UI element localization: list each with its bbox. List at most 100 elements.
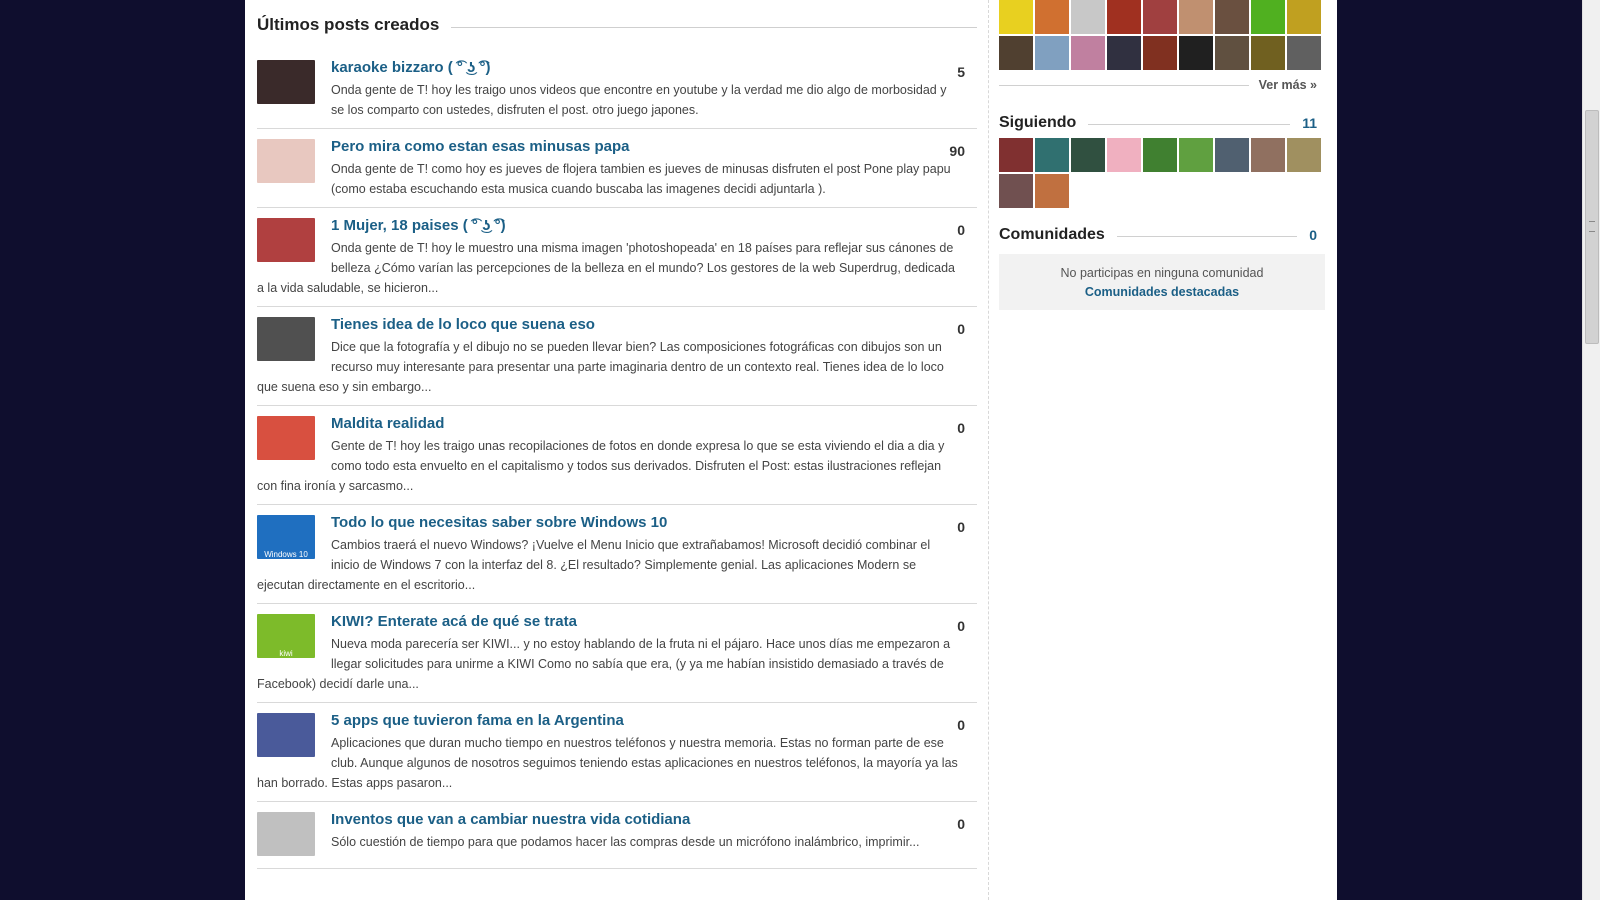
siguiendo-header: Siguiendo 11 xyxy=(999,108,1329,138)
siguiendo-avatar[interactable] xyxy=(1107,138,1141,172)
post-title-link[interactable]: karaoke bizzaro ( ͡° ͜ʖ ͡°) xyxy=(257,58,977,78)
follower-avatar[interactable] xyxy=(1143,36,1177,70)
siguiendo-avatar[interactable] xyxy=(1215,138,1249,172)
post-excerpt: Aplicaciones que duran mucho tiempo en n… xyxy=(257,736,958,790)
post-points: 0 xyxy=(957,816,965,832)
post-thumbnail[interactable] xyxy=(257,60,315,104)
post-item: kiwi KIWI? Enterate acá de qué se trata 0 N… xyxy=(257,604,977,703)
post-item: Tienes idea de lo loco que suena eso 0 Dic… xyxy=(257,307,977,406)
follower-avatar[interactable] xyxy=(999,0,1033,34)
follower-avatar[interactable] xyxy=(999,36,1033,70)
siguiendo-title: Siguiendo xyxy=(999,114,1077,131)
post-title-link[interactable]: Tienes idea de lo loco que suena eso xyxy=(257,315,977,335)
siguiendo-avatar-grid xyxy=(999,138,1329,210)
comunidades-destacadas-link[interactable]: Comunidades destacadas xyxy=(1085,285,1239,299)
follower-avatar[interactable] xyxy=(1215,36,1249,70)
comunidades-rule xyxy=(1116,236,1298,237)
page-scrollbar[interactable] xyxy=(1582,0,1600,900)
post-item: Windows 10 Todo lo que necesitas saber so… xyxy=(257,505,977,604)
comunidades-count[interactable]: 0 xyxy=(1309,227,1317,243)
follower-avatar[interactable] xyxy=(1215,0,1249,34)
post-excerpt: Dice que la fotografía y el dibujo no se… xyxy=(257,340,944,394)
post-title-link[interactable]: Todo lo que necesitas saber sobre Window… xyxy=(257,513,977,533)
post-thumbnail[interactable] xyxy=(257,812,315,856)
post-title-link[interactable]: Pero mira como estan esas minusas papa xyxy=(257,137,977,157)
post-thumbnail[interactable] xyxy=(257,139,315,183)
siguiendo-avatar[interactable] xyxy=(1035,174,1069,208)
ver-mas-rule xyxy=(999,84,1249,86)
siguiendo-avatar[interactable] xyxy=(1035,138,1069,172)
post-item: Pero mira como estan esas minusas papa 90… xyxy=(257,129,977,208)
follower-avatar[interactable] xyxy=(1251,36,1285,70)
post-thumbnail[interactable] xyxy=(257,416,315,460)
ver-mas-link[interactable]: Ver más » xyxy=(1259,78,1317,92)
post-points: 0 xyxy=(957,618,965,634)
follower-avatar[interactable] xyxy=(1035,0,1069,34)
post-excerpt: Gente de T! hoy les traigo unas recopila… xyxy=(257,439,945,493)
comunidades-box: No participas en ninguna comunidad Comun… xyxy=(999,254,1325,310)
follower-avatar[interactable] xyxy=(1179,36,1213,70)
siguiendo-avatar[interactable] xyxy=(999,138,1033,172)
section-header: Últimos posts creados xyxy=(257,0,977,50)
post-item: karaoke bizzaro ( ͡° ͜ʖ ͡°) 5 Onda gente d… xyxy=(257,50,977,129)
post-points: 90 xyxy=(949,143,965,159)
post-excerpt: Onda gente de T! hoy le muestro una mism… xyxy=(257,241,955,295)
post-points: 0 xyxy=(957,519,965,535)
post-thumbnail[interactable] xyxy=(257,218,315,262)
post-item: 5 apps que tuvieron fama en la Argentina… xyxy=(257,703,977,802)
post-thumbnail[interactable]: Windows 10 xyxy=(257,515,315,559)
follower-avatar[interactable] xyxy=(1035,36,1069,70)
comunidades-title: Comunidades xyxy=(999,226,1105,243)
comunidades-empty-text: No participas en ninguna comunidad xyxy=(1060,266,1264,280)
post-title-link[interactable]: Maldita realidad xyxy=(257,414,977,434)
thumbnail-label: Windows 10 xyxy=(264,550,308,559)
section-title: Últimos posts creados xyxy=(257,15,440,34)
page-container: Últimos posts creados karaoke bizzaro ( … xyxy=(245,0,1337,900)
post-points: 0 xyxy=(957,717,965,733)
post-title-link[interactable]: KIWI? Enterate acá de qué se trata xyxy=(257,612,977,632)
post-title-link[interactable]: 5 apps que tuvieron fama en la Argentina xyxy=(257,711,977,731)
siguiendo-avatar[interactable] xyxy=(999,174,1033,208)
comunidades-header: Comunidades 0 xyxy=(999,220,1329,250)
scrollbar-thumb[interactable] xyxy=(1585,110,1599,344)
post-excerpt: Onda gente de T! hoy les traigo unos vid… xyxy=(331,83,947,117)
ver-mas-row: Ver más » xyxy=(999,72,1329,98)
post-title-link[interactable]: 1 Mujer, 18 paises ( ͡° ͜ʖ ͡°) xyxy=(257,216,977,236)
post-excerpt: Nueva moda parecería ser KIWI... y no es… xyxy=(257,637,951,691)
follower-avatar[interactable] xyxy=(1107,36,1141,70)
follower-avatar[interactable] xyxy=(1287,36,1321,70)
post-thumbnail[interactable] xyxy=(257,317,315,361)
siguiendo-avatar[interactable] xyxy=(1071,138,1105,172)
siguiendo-avatar[interactable] xyxy=(1179,138,1213,172)
post-thumbnail[interactable] xyxy=(257,713,315,757)
main-column: Últimos posts creados karaoke bizzaro ( … xyxy=(257,0,977,869)
siguiendo-avatar[interactable] xyxy=(1287,138,1321,172)
post-excerpt: Sólo cuestión de tiempo para que podamos… xyxy=(331,835,920,849)
post-excerpt: Cambios traerá el nuevo Windows? ¡Vuelve… xyxy=(257,538,931,592)
follower-avatar[interactable] xyxy=(1179,0,1213,34)
post-points: 0 xyxy=(957,222,965,238)
post-points: 5 xyxy=(957,64,965,80)
siguiendo-rule xyxy=(1088,124,1291,125)
followers-avatar-grid xyxy=(999,0,1329,72)
follower-avatar[interactable] xyxy=(1071,0,1105,34)
post-item: 1 Mujer, 18 paises ( ͡° ͜ʖ ͡°) 0 Onda gent… xyxy=(257,208,977,307)
sidebar: Ver más » Siguiendo 11 Comunidades 0 No … xyxy=(999,0,1329,310)
follower-avatar[interactable] xyxy=(1287,0,1321,34)
siguiendo-count[interactable]: 11 xyxy=(1302,115,1317,131)
post-list: karaoke bizzaro ( ͡° ͜ʖ ͡°) 5 Onda gente d… xyxy=(257,50,977,869)
follower-avatar[interactable] xyxy=(1107,0,1141,34)
post-title-link[interactable]: Inventos que van a cambiar nuestra vida … xyxy=(257,810,977,830)
post-item: Maldita realidad 0 Gente de T! hoy les tra… xyxy=(257,406,977,505)
column-divider xyxy=(988,0,989,900)
scrollbar-grip-icon xyxy=(1589,221,1595,232)
follower-avatar[interactable] xyxy=(1251,0,1285,34)
post-points: 0 xyxy=(957,321,965,337)
section-rule xyxy=(451,26,977,28)
siguiendo-avatar[interactable] xyxy=(1143,138,1177,172)
follower-avatar[interactable] xyxy=(1071,36,1105,70)
post-thumbnail[interactable]: kiwi xyxy=(257,614,315,658)
follower-avatar[interactable] xyxy=(1143,0,1177,34)
siguiendo-avatar[interactable] xyxy=(1251,138,1285,172)
post-excerpt: Onda gente de T! como hoy es jueves de f… xyxy=(331,162,951,196)
